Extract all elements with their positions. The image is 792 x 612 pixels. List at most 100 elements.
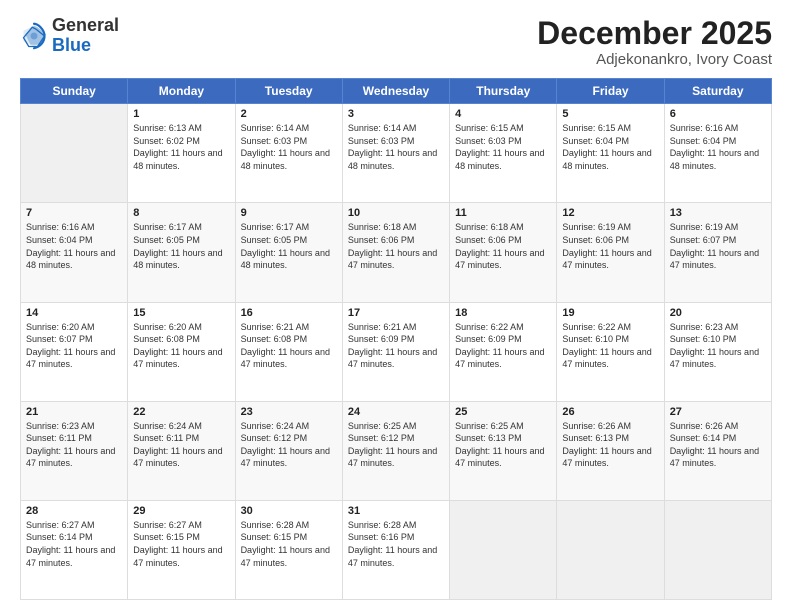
calendar-cell: 2 Sunrise: 6:14 AM Sunset: 6:03 PM Daylig… [235,104,342,203]
logo-blue: Blue [52,36,119,56]
calendar-cell [450,500,557,599]
day-info: Sunrise: 6:26 AM Sunset: 6:14 PM Dayligh… [670,420,766,470]
calendar-day-header: Monday [128,79,235,104]
day-info: Sunrise: 6:16 AM Sunset: 6:04 PM Dayligh… [26,221,122,271]
month-title: December 2025 [537,16,772,51]
day-number: 24 [348,406,444,418]
day-info: Sunrise: 6:19 AM Sunset: 6:07 PM Dayligh… [670,221,766,271]
calendar-cell: 22Sunrise: 6:24 AM Sunset: 6:11 PM Dayli… [128,401,235,500]
calendar-table: SundayMondayTuesdayWednesdayThursdayFrid… [20,78,772,600]
calendar-cell [21,104,128,203]
logo-text: General Blue [52,16,119,56]
calendar-cell: 6 Sunrise: 6:16 AM Sunset: 6:04 PM Daylig… [664,104,771,203]
calendar-cell: 19 Sunrise: 6:22 AM Sunset: 6:10 PM Dayli… [557,302,664,401]
day-info: Sunrise: 6:23 AM Sunset: 6:10 PM Dayligh… [670,321,766,371]
calendar-cell: 29 Sunrise: 6:27 AM Sunset: 6:15 PM Dayli… [128,500,235,599]
logo: General Blue [20,16,119,56]
calendar-cell: 4 Sunrise: 6:15 AM Sunset: 6:03 PM Daylig… [450,104,557,203]
day-info: Sunrise: 6:20 AM Sunset: 6:07 PM Dayligh… [26,321,122,371]
calendar-cell: 8 Sunrise: 6:17 AM Sunset: 6:05 PM Daylig… [128,203,235,302]
title-block: December 2025 Adjekonankro, Ivory Coast [537,16,772,68]
day-info: Sunrise: 6:21 AM Sunset: 6:09 PM Dayligh… [348,321,444,371]
day-number: 26 [562,406,658,418]
day-number: 28 [26,505,122,517]
calendar-cell [664,500,771,599]
day-info: Sunrise: 6:19 AM Sunset: 6:06 PM Dayligh… [562,221,658,271]
day-number: 29 [133,505,229,517]
day-number: 21 [26,406,122,418]
calendar-week-row: 7 Sunrise: 6:16 AM Sunset: 6:04 PM Daylig… [21,203,772,302]
day-info: Sunrise: 6:27 AM Sunset: 6:15 PM Dayligh… [133,519,229,569]
day-number: 23 [241,406,337,418]
day-number: 16 [241,307,337,319]
calendar-cell: 1 Sunrise: 6:13 AM Sunset: 6:02 PM Daylig… [128,104,235,203]
day-info: Sunrise: 6:14 AM Sunset: 6:03 PM Dayligh… [241,122,337,172]
calendar-day-header: Sunday [21,79,128,104]
day-number: 30 [241,505,337,517]
day-info: Sunrise: 6:24 AM Sunset: 6:12 PM Dayligh… [241,420,337,470]
day-number: 12 [562,207,658,219]
day-number: 2 [241,108,337,120]
calendar-cell [557,500,664,599]
day-info: Sunrise: 6:25 AM Sunset: 6:12 PM Dayligh… [348,420,444,470]
day-number: 11 [455,207,551,219]
calendar-cell: 16 Sunrise: 6:21 AM Sunset: 6:08 PM Dayli… [235,302,342,401]
day-info: Sunrise: 6:18 AM Sunset: 6:06 PM Dayligh… [348,221,444,271]
day-info: Sunrise: 6:28 AM Sunset: 6:16 PM Dayligh… [348,519,444,569]
day-number: 27 [670,406,766,418]
calendar-cell: 14Sunrise: 6:20 AM Sunset: 6:07 PM Dayli… [21,302,128,401]
day-number: 8 [133,207,229,219]
calendar-cell: 28 Sunrise: 6:27 AM Sunset: 6:14 PM Dayli… [21,500,128,599]
day-info: Sunrise: 6:20 AM Sunset: 6:08 PM Dayligh… [133,321,229,371]
day-info: Sunrise: 6:22 AM Sunset: 6:09 PM Dayligh… [455,321,551,371]
day-number: 6 [670,108,766,120]
day-number: 1 [133,108,229,120]
calendar-cell: 18 Sunrise: 6:22 AM Sunset: 6:09 PM Dayli… [450,302,557,401]
day-number: 3 [348,108,444,120]
day-info: Sunrise: 6:22 AM Sunset: 6:10 PM Dayligh… [562,321,658,371]
day-info: Sunrise: 6:13 AM Sunset: 6:02 PM Dayligh… [133,122,229,172]
day-info: Sunrise: 6:28 AM Sunset: 6:15 PM Dayligh… [241,519,337,569]
calendar-cell: 21Sunrise: 6:23 AM Sunset: 6:11 PM Dayli… [21,401,128,500]
day-info: Sunrise: 6:16 AM Sunset: 6:04 PM Dayligh… [670,122,766,172]
day-number: 25 [455,406,551,418]
day-number: 18 [455,307,551,319]
logo-general: General [52,16,119,36]
day-number: 31 [348,505,444,517]
day-number: 22 [133,406,229,418]
calendar-week-row: 1 Sunrise: 6:13 AM Sunset: 6:02 PM Daylig… [21,104,772,203]
day-info: Sunrise: 6:14 AM Sunset: 6:03 PM Dayligh… [348,122,444,172]
day-info: Sunrise: 6:26 AM Sunset: 6:13 PM Dayligh… [562,420,658,470]
day-info: Sunrise: 6:17 AM Sunset: 6:05 PM Dayligh… [133,221,229,271]
day-number: 5 [562,108,658,120]
calendar-cell: 23 Sunrise: 6:24 AM Sunset: 6:12 PM Dayli… [235,401,342,500]
calendar-cell: 27 Sunrise: 6:26 AM Sunset: 6:14 PM Dayli… [664,401,771,500]
calendar-week-row: 28 Sunrise: 6:27 AM Sunset: 6:14 PM Dayli… [21,500,772,599]
day-number: 19 [562,307,658,319]
calendar-cell: 11 Sunrise: 6:18 AM Sunset: 6:06 PM Dayli… [450,203,557,302]
day-number: 7 [26,207,122,219]
day-info: Sunrise: 6:15 AM Sunset: 6:03 PM Dayligh… [455,122,551,172]
calendar-day-header: Saturday [664,79,771,104]
calendar-cell: 10Sunrise: 6:18 AM Sunset: 6:06 PM Dayli… [342,203,449,302]
day-number: 20 [670,307,766,319]
calendar-day-header: Tuesday [235,79,342,104]
calendar-day-header: Thursday [450,79,557,104]
calendar-cell: 31 Sunrise: 6:28 AM Sunset: 6:16 PM Dayli… [342,500,449,599]
header: General Blue December 2025 Adjekonankro,… [20,16,772,68]
calendar-week-row: 14Sunrise: 6:20 AM Sunset: 6:07 PM Dayli… [21,302,772,401]
day-number: 13 [670,207,766,219]
day-info: Sunrise: 6:17 AM Sunset: 6:05 PM Dayligh… [241,221,337,271]
calendar-cell: 24 Sunrise: 6:25 AM Sunset: 6:12 PM Dayli… [342,401,449,500]
calendar-cell: 25Sunrise: 6:25 AM Sunset: 6:13 PM Dayli… [450,401,557,500]
calendar-cell: 15Sunrise: 6:20 AM Sunset: 6:08 PM Dayli… [128,302,235,401]
day-info: Sunrise: 6:18 AM Sunset: 6:06 PM Dayligh… [455,221,551,271]
calendar-cell: 3 Sunrise: 6:14 AM Sunset: 6:03 PM Daylig… [342,104,449,203]
day-info: Sunrise: 6:27 AM Sunset: 6:14 PM Dayligh… [26,519,122,569]
calendar-cell: 20 Sunrise: 6:23 AM Sunset: 6:10 PM Dayli… [664,302,771,401]
day-info: Sunrise: 6:21 AM Sunset: 6:08 PM Dayligh… [241,321,337,371]
page: General Blue December 2025 Adjekonankro,… [0,0,792,612]
day-number: 4 [455,108,551,120]
calendar-cell: 9 Sunrise: 6:17 AM Sunset: 6:05 PM Daylig… [235,203,342,302]
day-number: 9 [241,207,337,219]
